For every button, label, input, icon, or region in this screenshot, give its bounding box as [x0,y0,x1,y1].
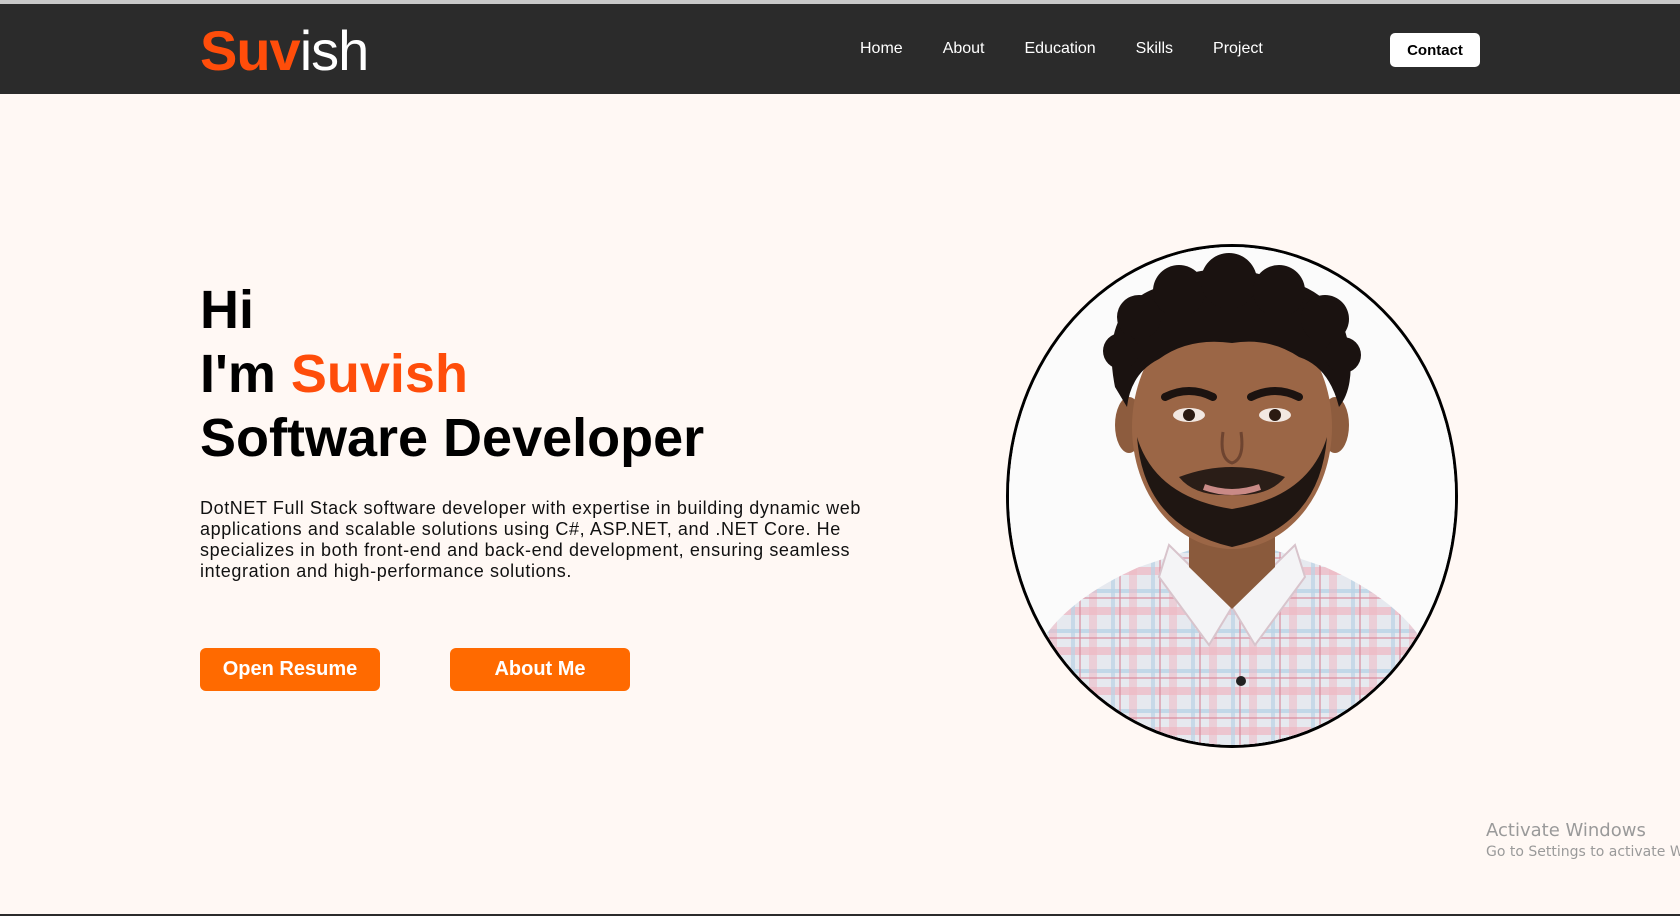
profile-photo [1006,244,1458,748]
navbar: Suvish Home About Education Skills Proje… [0,4,1680,94]
hero-description: DotNET Full Stack software developer wit… [200,498,861,581]
nav-about-link[interactable]: About [943,40,985,58]
site-logo[interactable]: Suvish [200,19,370,82]
profile-photo-illustration [1009,247,1455,745]
about-me-button[interactable]: About Me [450,648,630,691]
nav-education-link[interactable]: Education [1025,40,1096,58]
windows-activation-watermark: Activate Windows Go to Settings to activ… [1486,820,1680,860]
open-resume-button[interactable]: Open Resume [200,648,380,691]
nav-home-link[interactable]: Home [860,40,903,58]
hero-greeting: Hi [200,280,254,340]
hero-name: Suvish [290,344,468,404]
contact-button[interactable]: Contact [1390,33,1480,67]
nav-project-link[interactable]: Project [1213,40,1263,58]
watermark-subtitle: Go to Settings to activate Windows. [1486,844,1680,860]
watermark-title: Activate Windows [1486,820,1646,841]
hero-intro-line: I'm Suvish [200,342,704,406]
hero-heading: Hi I'm Suvish Software Developer [200,278,704,470]
logo-accent: Suv [200,19,301,82]
nav-links: Home About Education Skills Project [860,4,1303,94]
hero-im: I'm [200,344,291,404]
logo-rest: ish [299,19,370,82]
hero-role: Software Developer [200,408,705,468]
nav-skills-link[interactable]: Skills [1136,40,1173,58]
